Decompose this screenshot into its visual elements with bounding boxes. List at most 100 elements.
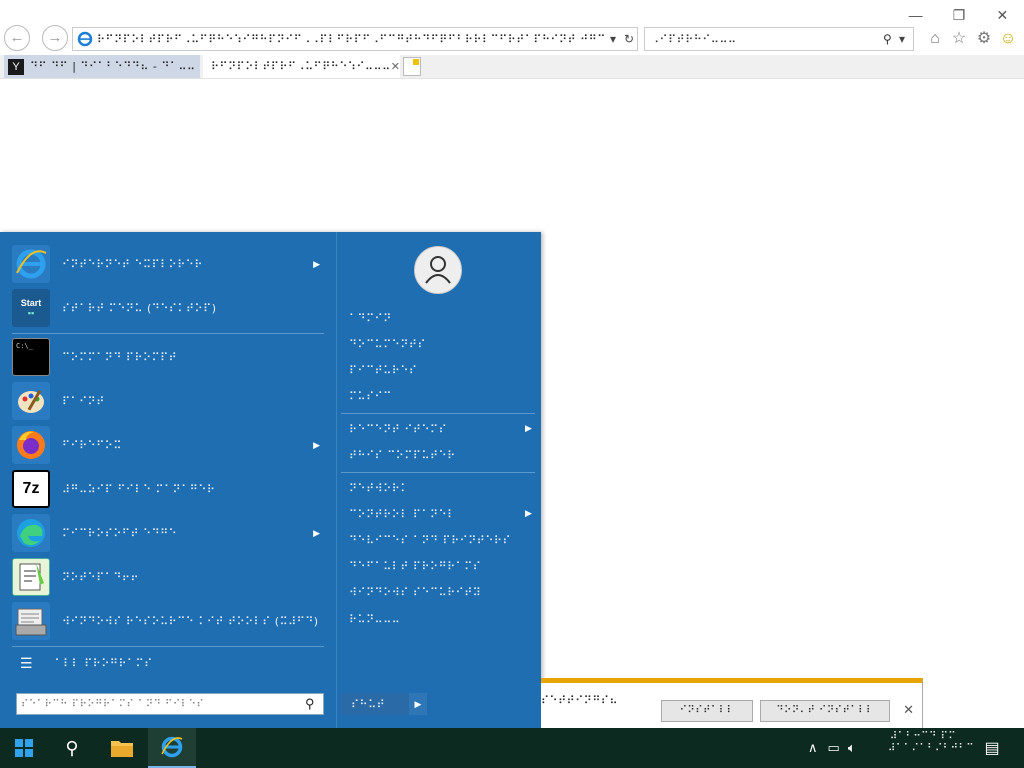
home-icon[interactable]: ⌂ bbox=[925, 29, 945, 49]
place-this-computer[interactable]: ⠞⠓⠊⠎ ⠉⠕⠍⠏⠥⠞⠑⠗ bbox=[349, 449, 456, 462]
7zip-icon: 7z bbox=[12, 470, 50, 508]
tab-2[interactable]: ⠗⠋⠝⠏⠕⠇⠞⠏⠗⠋⠠⠥⠋⠟⠓⠑⠱⠊⠤⠤⠤ ✕ bbox=[203, 55, 400, 78]
place-label: ⠙⠑⠋⠁⠥⠇⠞ ⠏⠗⠕⠛⠗⠁⠍⠎ bbox=[349, 560, 482, 573]
refresh-icon[interactable]: ↻ bbox=[621, 32, 637, 46]
all-programs-button[interactable]: ☰ ⠁⠇⠇ ⠏⠗⠕⠛⠗⠁⠍⠎ bbox=[20, 655, 153, 672]
close-icon[interactable]: ✕ bbox=[903, 702, 914, 718]
separator bbox=[341, 413, 535, 414]
place-music[interactable]: ⠍⠥⠎⠊⠉ bbox=[349, 390, 392, 403]
folder-icon bbox=[111, 741, 133, 757]
program-label: ⠉⠕⠍⠍⠁⠝⠙ ⠏⠗⠕⠍⠏⠞ bbox=[62, 350, 178, 364]
gear-icon[interactable]: ⚙ bbox=[974, 29, 994, 49]
close-tab-icon[interactable]: ✕ bbox=[391, 60, 400, 73]
close-window-button[interactable]: ✕ bbox=[981, 6, 1024, 24]
site-favicon-icon: Y bbox=[8, 58, 24, 75]
clock-date: ⠼⠁⠁⠌⠁⠃⠌⠃⠚⠃⠉ bbox=[888, 743, 975, 754]
place-recent-items[interactable]: ⠗⠑⠉⠑⠝⠞ ⠊⠞⠑⠍⠎ ▶ bbox=[349, 423, 532, 436]
search-input[interactable]: ⠠⠊⠏⠞⠗⠓⠊⠤⠤⠤ bbox=[651, 33, 883, 46]
tab-2-label: ⠗⠋⠝⠏⠕⠇⠞⠏⠗⠋⠠⠥⠋⠟⠓⠑⠱⠊⠤⠤⠤ bbox=[211, 60, 391, 73]
internet-explorer-icon bbox=[161, 736, 183, 758]
user-avatar[interactable] bbox=[414, 246, 462, 294]
separator bbox=[12, 646, 324, 647]
submenu-arrow-icon: ▶ bbox=[525, 423, 532, 433]
place-windows-security[interactable]: ⠺⠊⠝⠙⠕⠺⠎ ⠎⠑⠉⠥⠗⠊⠞⠽ bbox=[349, 586, 481, 599]
back-arrow-icon: ← bbox=[9, 29, 25, 46]
place-pictures[interactable]: ⠏⠊⠉⠞⠥⠗⠑⠎ bbox=[349, 364, 417, 377]
back-button[interactable]: ← bbox=[4, 25, 30, 51]
new-tab-button[interactable] bbox=[403, 57, 421, 76]
window-controls: — ❐ ✕ bbox=[894, 6, 1024, 24]
file-explorer-button[interactable] bbox=[98, 728, 146, 768]
notification-secondary-button[interactable]: ⠙⠕⠝⠄⠞ ⠊⠝⠎⠞⠁⠇⠇ bbox=[760, 700, 890, 722]
program-label: ⠊⠝⠞⠑⠗⠝⠑⠞ ⠑⠭⠏⠇⠕⠗⠑⠗ bbox=[62, 257, 203, 271]
address-bar[interactable]: ⠗⠋⠝⠏⠕⠇⠞⠏⠗⠋⠠⠥⠋⠟⠓⠑⠱⠊⠛⠓⠏⠝⠊⠋⠠⠠⠏⠇⠋⠗⠏⠋⠠⠋⠉⠛⠞⠓⠙⠋… bbox=[72, 27, 638, 51]
ie-page-icon bbox=[77, 31, 93, 47]
notification-primary-button[interactable]: ⠊⠝⠎⠞⠁⠇⠇ bbox=[661, 700, 753, 722]
program-label: ⠝⠕⠞⠑⠏⠁⠙⠖⠖ bbox=[62, 570, 140, 584]
smiley-feedback-icon[interactable]: ☺ bbox=[998, 29, 1018, 49]
place-label: ⠗⠥⠝⠤⠤⠤ bbox=[349, 613, 401, 626]
place-documents[interactable]: ⠙⠕⠉⠥⠍⠑⠝⠞⠎ bbox=[349, 338, 426, 351]
favorites-star-icon[interactable]: ☆ bbox=[949, 29, 969, 49]
place-control-panel[interactable]: ⠉⠕⠝⠞⠗⠕⠇ ⠏⠁⠝⠑⠇ ▶ bbox=[349, 508, 532, 521]
search-dropdown-icon[interactable]: ▾ bbox=[899, 32, 913, 46]
program-start-menu[interactable]: Start ▪▪ ⠎⠞⠁⠗⠞ ⠍⠑⠝⠥ (⠙⠑⠎⠅⠞⠕⠏) bbox=[12, 286, 332, 330]
place-label: ⠝⠑⠞⠺⠕⠗⠅ bbox=[349, 482, 409, 495]
search-icon[interactable]: ⚲ bbox=[305, 696, 323, 712]
place-run[interactable]: ⠗⠥⠝⠤⠤⠤ bbox=[349, 613, 400, 626]
firefox-icon bbox=[12, 426, 50, 464]
submenu-arrow-icon: ▶ bbox=[313, 258, 320, 269]
notification-bar: ⠎⠑⠞⠞⠊⠝⠛⠎⠦ ⠊⠝⠎⠞⠁⠇⠇ ⠙⠕⠝⠄⠞ ⠊⠝⠎⠞⠁⠇⠇ ✕ bbox=[541, 678, 923, 728]
minimize-button[interactable]: — bbox=[894, 6, 937, 24]
list-icon: ☰ bbox=[20, 655, 33, 671]
place-label: ⠺⠊⠝⠙⠕⠺⠎ ⠎⠑⠉⠥⠗⠊⠞⠽ bbox=[349, 586, 482, 599]
program-label: ⠎⠞⠁⠗⠞ ⠍⠑⠝⠥ (⠙⠑⠎⠅⠞⠕⠏) bbox=[62, 301, 217, 315]
search-box[interactable]: ⠠⠊⠏⠞⠗⠓⠊⠤⠤⠤ ⚲ ▾ bbox=[644, 27, 914, 51]
program-paint[interactable]: ⠏⠁⠊⠝⠞ bbox=[12, 379, 332, 423]
user-icon bbox=[425, 256, 451, 284]
taskbar-search-button[interactable]: ⚲ bbox=[48, 728, 96, 768]
action-center-button[interactable]: ▤ bbox=[968, 728, 1016, 768]
search-icon[interactable]: ⚲ bbox=[883, 32, 899, 46]
submenu-arrow-icon: ▶ bbox=[525, 508, 532, 518]
separator bbox=[341, 472, 535, 473]
start-search-input[interactable]: ⠎⠑⠁⠗⠉⠓ ⠏⠗⠕⠛⠗⠁⠍⠎ ⠁⠝⠙ ⠋⠊⠇⠑⠎ bbox=[21, 699, 305, 710]
program-resource-kit[interactable]: ⠺⠊⠝⠙⠕⠺⠎ ⠗⠑⠎⠕⠥⠗⠉⠑ ⠅⠊⠞ ⠞⠕⠕⠇⠎ (⠭⠼⠋⠙) bbox=[12, 599, 332, 643]
paint-icon bbox=[12, 382, 50, 420]
taskbar: ⚲ ∧ ▭ 🔈︎ ⠼⠁⠃⠒⠉⠙ ⠏⠍ ⠼⠁⠁⠌⠁⠃⠌⠃⠚⠃⠉ ▤ bbox=[0, 728, 1024, 768]
speaker-icon[interactable]: 🔈︎ bbox=[848, 740, 856, 756]
program-edge[interactable]: ⠍⠊⠉⠗⠕⠎⠕⠋⠞ ⠑⠙⠛⠑ ▶ bbox=[12, 511, 332, 555]
forward-button[interactable]: → bbox=[42, 25, 68, 51]
tab-1[interactable]: Y ⠙⠋ ⠙⠋ | ⠙⠊⠁⠃⠑⠙⠙⠦ - ⠙⠁⠤⠤ bbox=[4, 55, 200, 78]
chevron-right-icon: ▶ bbox=[414, 699, 422, 709]
program-notepad-plus[interactable]: ⠝⠕⠞⠑⠏⠁⠙⠖⠖ bbox=[12, 555, 332, 599]
program-command-prompt[interactable]: C:\_ ⠉⠕⠍⠍⠁⠝⠙ ⠏⠗⠕⠍⠏⠞ bbox=[12, 335, 332, 379]
clock[interactable]: ⠼⠁⠃⠒⠉⠙ ⠏⠍ ⠼⠁⠁⠌⠁⠃⠌⠃⠚⠃⠉ bbox=[888, 731, 975, 755]
clock-time: ⠼⠁⠃⠒⠉⠙ ⠏⠍ bbox=[889, 731, 957, 742]
restore-button[interactable]: ❐ bbox=[937, 6, 980, 24]
program-label: ⠺⠊⠝⠙⠕⠺⠎ ⠗⠑⠎⠕⠥⠗⠉⠑ ⠅⠊⠞ ⠞⠕⠕⠇⠎ (⠭⠼⠋⠙) bbox=[62, 614, 319, 628]
program-label: ⠍⠊⠉⠗⠕⠎⠕⠋⠞ ⠑⠙⠛⠑ bbox=[62, 526, 178, 540]
place-label: ⠗⠑⠉⠑⠝⠞ ⠊⠞⠑⠍⠎ bbox=[349, 423, 448, 436]
address-dropdown-icon[interactable]: ▾ bbox=[605, 32, 621, 46]
program-label: ⠏⠁⠊⠝⠞ bbox=[62, 394, 105, 408]
network-icon[interactable]: ▭ bbox=[828, 740, 840, 756]
shutdown-options-button[interactable]: ▶ bbox=[409, 693, 427, 715]
place-admin[interactable]: ⠁⠙⠍⠊⠝ bbox=[349, 312, 392, 325]
internet-explorer-icon bbox=[12, 245, 50, 283]
internet-explorer-taskbar-button[interactable] bbox=[148, 728, 196, 768]
start-button[interactable] bbox=[0, 728, 48, 768]
program-internet-explorer[interactable]: ⠊⠝⠞⠑⠗⠝⠑⠞ ⠑⠭⠏⠇⠕⠗⠑⠗ ▶ bbox=[12, 242, 332, 286]
start-menu: ⠊⠝⠞⠑⠗⠝⠑⠞ ⠑⠭⠏⠇⠕⠗⠑⠗ ▶ Start ▪▪ ⠎⠞⠁⠗⠞ ⠍⠑⠝⠥ (… bbox=[0, 232, 541, 728]
chevron-up-icon[interactable]: ∧ bbox=[808, 740, 818, 756]
program-firefox[interactable]: ⠋⠊⠗⠑⠋⠕⠭ ▶ bbox=[12, 423, 332, 467]
place-default-programs[interactable]: ⠙⠑⠋⠁⠥⠇⠞ ⠏⠗⠕⠛⠗⠁⠍⠎ bbox=[349, 560, 481, 573]
notification-message: ⠎⠑⠞⠞⠊⠝⠛⠎⠦ bbox=[541, 694, 619, 707]
program-7zip[interactable]: 7z ⠼⠛⠤⠵⠊⠏ ⠋⠊⠇⠑ ⠍⠁⠝⠁⠛⠑⠗ bbox=[12, 467, 332, 511]
start-search-box[interactable]: ⠎⠑⠁⠗⠉⠓ ⠏⠗⠕⠛⠗⠁⠍⠎ ⠁⠝⠙ ⠋⠊⠇⠑⠎ ⚲ bbox=[16, 693, 324, 715]
notification-icon: ▤ bbox=[984, 740, 1000, 757]
place-devices-printers[interactable]: ⠙⠑⠧⠊⠉⠑⠎ ⠁⠝⠙ ⠏⠗⠊⠝⠞⠑⠗⠎ bbox=[349, 534, 511, 547]
place-label: ⠞⠓⠊⠎ ⠉⠕⠍⠏⠥⠞⠑⠗ bbox=[349, 449, 456, 462]
place-label: ⠙⠑⠧⠊⠉⠑⠎ ⠁⠝⠙ ⠏⠗⠊⠝⠞⠑⠗⠎ bbox=[349, 534, 512, 547]
place-network[interactable]: ⠝⠑⠞⠺⠕⠗⠅ bbox=[349, 482, 409, 495]
